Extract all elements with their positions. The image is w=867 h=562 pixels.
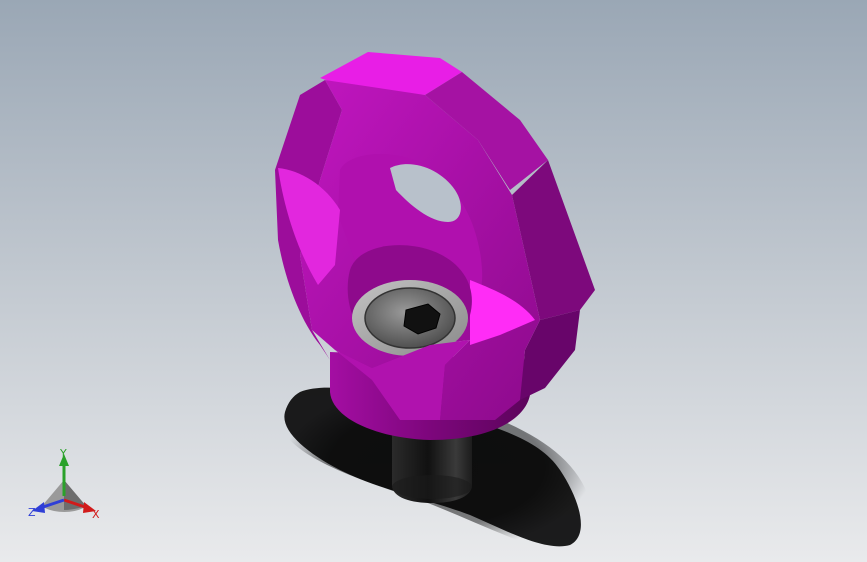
triad-z-label: Z (28, 506, 36, 519)
graphics-viewport[interactable]: Y X Z (0, 0, 867, 562)
model-view[interactable] (0, 0, 867, 562)
triad-y-label: Y (59, 448, 67, 460)
bolt-shaft-end (392, 475, 472, 499)
orientation-triad: Y X Z (28, 448, 100, 521)
triad-x-label: X (92, 508, 100, 521)
